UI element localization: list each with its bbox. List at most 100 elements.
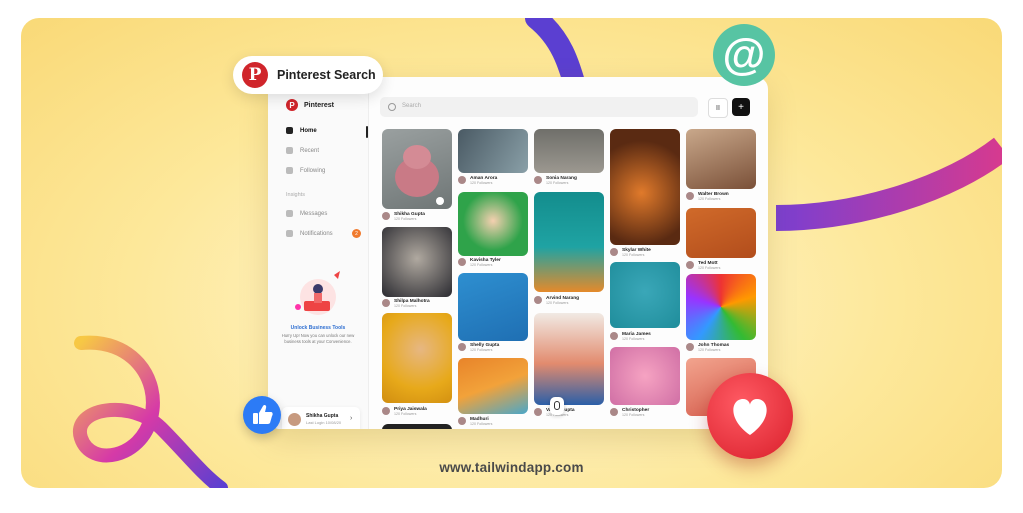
- website-url: www.tailwindapp.com: [439, 460, 584, 475]
- pin-image[interactable]: [686, 208, 756, 258]
- sidebar-item-messages[interactable]: Messages: [286, 210, 327, 217]
- avatar: [610, 408, 618, 416]
- search-placeholder: Search: [402, 103, 422, 109]
- avatar: [382, 212, 390, 220]
- avatar: [458, 258, 466, 266]
- avatar: [534, 176, 542, 184]
- insights-header: Insights: [286, 192, 305, 198]
- pin-followers: 120 Followers: [698, 266, 721, 270]
- pin-image[interactable]: [382, 424, 452, 429]
- avatar: [382, 299, 390, 307]
- pin-caption: Arvind Narang 120 Followers: [534, 296, 579, 306]
- pin-caption: Aman Arora 120 Followers: [458, 176, 497, 186]
- user-name: Shikha Gupta: [306, 413, 339, 419]
- thumbs-up-icon: [243, 396, 281, 434]
- avatar: [534, 408, 542, 416]
- avatar: [686, 261, 694, 269]
- avatar: [686, 192, 694, 200]
- pin-image[interactable]: [610, 129, 680, 245]
- pin-followers: 120 Followers: [470, 181, 493, 185]
- pin-image[interactable]: [458, 358, 528, 414]
- pin-followers: 120 Followers: [622, 337, 645, 341]
- sidebar-item-home[interactable]: Home: [286, 127, 317, 134]
- avatar: [458, 176, 466, 184]
- pin-caption: Shelly Gupta 120 Followers: [458, 343, 499, 353]
- home-icon: [286, 127, 293, 134]
- avatar: [534, 296, 542, 304]
- pin-image[interactable]: [610, 347, 680, 405]
- avatar: [288, 413, 301, 426]
- pin-caption: Ted Mott 120 Followers: [686, 261, 720, 271]
- pin-image[interactable]: [610, 262, 680, 328]
- pin-followers: 120 Followers: [394, 304, 417, 308]
- pin-image[interactable]: [458, 192, 528, 256]
- pin-caption: Shilpa Malhotra 120 Followers: [382, 299, 430, 309]
- avatar: [382, 407, 390, 415]
- pin-followers: 120 Followers: [394, 217, 417, 221]
- pin-caption: Walter Brown 120 Followers: [686, 192, 729, 202]
- pin-caption: John Thomas 120 Followers: [686, 343, 729, 353]
- brand[interactable]: P Pinterest: [286, 99, 334, 111]
- pin-caption: Madhuri 120 Followers: [458, 417, 492, 427]
- pin-image[interactable]: [382, 129, 452, 209]
- promo-description: Hurry Up! Now you can unlock our new bus…: [281, 333, 355, 344]
- pin-image[interactable]: [382, 313, 452, 403]
- avatar: [686, 343, 694, 351]
- sidebar-item-label: Following: [300, 167, 326, 174]
- pin-followers: 120 Followers: [546, 301, 569, 305]
- avatar: [610, 248, 618, 256]
- pin-image[interactable]: [534, 192, 604, 292]
- add-pin-button[interactable]: +: [732, 98, 750, 116]
- search-icon: [388, 103, 396, 111]
- sidebar-item-recent[interactable]: Recent: [286, 147, 319, 154]
- sidebar-item-label: Home: [300, 127, 317, 134]
- sidebar-item-notifications[interactable]: Notifications: [286, 230, 333, 237]
- pin-followers: 120 Followers: [698, 348, 721, 352]
- pin-image[interactable]: [534, 313, 604, 405]
- users-icon: [286, 167, 293, 174]
- sidebar-item-label: Messages: [300, 210, 328, 217]
- pin-caption: Priya Jaiswala 120 Followers: [382, 407, 427, 417]
- bell-icon: [286, 230, 293, 237]
- pin-image[interactable]: [534, 129, 604, 173]
- tag-label: Pinterest Search: [277, 68, 376, 82]
- user-card[interactable]: Shikha Gupta Last Login 10/08/20 ›: [282, 407, 360, 429]
- promo-card: Unlock Business Tools Hurry Up! Now you …: [274, 267, 362, 397]
- sidebar: P Pinterest Home Recent Following Insigh…: [268, 77, 369, 429]
- pinterest-logo-icon: P: [286, 99, 298, 111]
- sidebar-item-label: Notifications: [300, 230, 333, 237]
- message-icon: [286, 210, 293, 217]
- active-indicator: [366, 126, 368, 138]
- sidebar-item-following[interactable]: Following: [286, 167, 325, 174]
- pause-button[interactable]: II: [708, 98, 728, 118]
- pin-followers: 120 Followers: [470, 263, 493, 267]
- pin-image[interactable]: [686, 274, 756, 340]
- notifications-badge: 2: [352, 229, 361, 238]
- pin-caption: Shikha Gupta 120 Followers: [382, 212, 425, 222]
- pin-followers: 120 Followers: [470, 422, 493, 426]
- sidebar-item-label: Recent: [300, 147, 320, 154]
- pin-caption: Sonia Narang 120 Followers: [534, 176, 577, 186]
- promo-title: Unlock Business Tools: [290, 325, 346, 331]
- pin-followers: 120 Followers: [546, 181, 569, 185]
- pin-image[interactable]: [458, 273, 528, 341]
- pin-followers: 120 Followers: [622, 253, 645, 257]
- pin-caption: Skylar White 120 Followers: [610, 248, 651, 258]
- avatar: [458, 417, 466, 425]
- pin-followers: 120 Followers: [394, 412, 417, 416]
- pin-image[interactable]: [686, 129, 756, 189]
- pin-followers: 120 Followers: [622, 413, 645, 417]
- search-input[interactable]: Search: [380, 97, 698, 117]
- app-window: P Pinterest Home Recent Following Insigh…: [268, 77, 768, 429]
- avatar: [610, 332, 618, 340]
- brand-name: Pinterest: [304, 101, 334, 109]
- heart-icon: [707, 373, 793, 459]
- clock-icon: [286, 147, 293, 154]
- pin-image[interactable]: [458, 129, 528, 173]
- pinterest-logo-icon: P: [242, 62, 268, 88]
- avatar: [458, 343, 466, 351]
- camera-search-button[interactable]: [550, 397, 564, 415]
- pin-followers: 120 Followers: [470, 348, 493, 352]
- promo-illustration: [295, 271, 340, 315]
- pin-image[interactable]: [382, 227, 452, 297]
